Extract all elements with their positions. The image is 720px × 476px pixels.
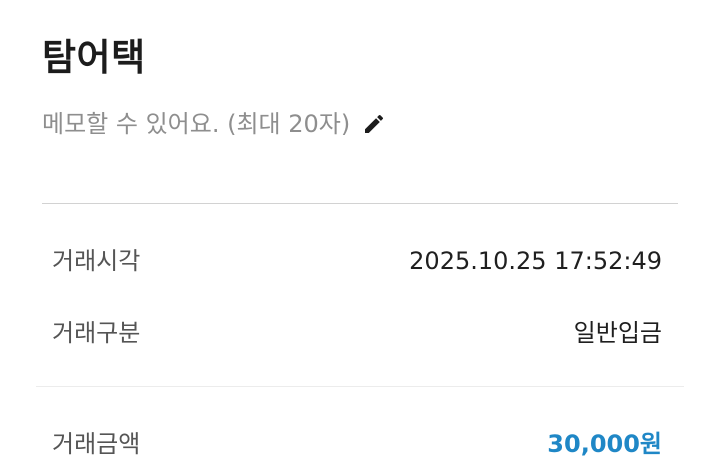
pencil-icon[interactable] [362,112,386,136]
memo-editor[interactable]: 메모할 수 있어요. (최대 20자) [42,104,386,144]
transaction-time-row: 거래시각 2025.10.25 17:52:49 [52,241,662,281]
transaction-type-label: 거래구분 [52,319,141,347]
transaction-amount-row: 거래금액 30,000원 [52,424,662,464]
page-title: 탐어택 [42,36,146,79]
transaction-amount-value: 30,000원 [547,430,662,458]
memo-placeholder[interactable]: 메모할 수 있어요. (최대 20자) [42,104,350,144]
transaction-amount-label: 거래금액 [52,430,141,458]
row-divider [36,386,684,387]
section-divider [42,203,678,204]
transaction-type-value: 일반입금 [573,319,662,347]
transaction-time-value: 2025.10.25 17:52:49 [409,247,662,275]
transaction-time-label: 거래시각 [52,247,141,275]
transaction-type-row: 거래구분 일반입금 [52,313,662,353]
